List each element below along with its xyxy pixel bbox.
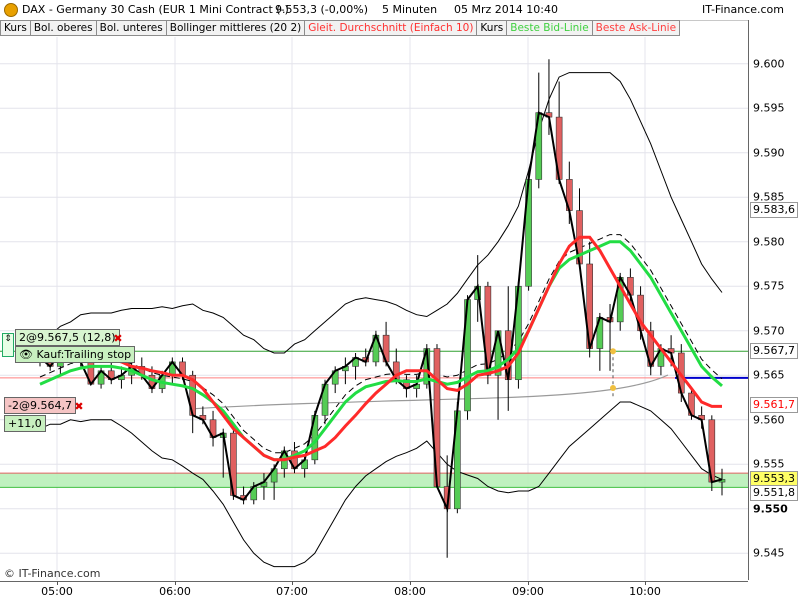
profit-loss-label: +11,0 [4,415,46,432]
price-tick-label: 9.545 [753,546,785,560]
time-tick-label: 06:00 [159,585,191,598]
trailing-stop-text: Kauf:Trailing stop [36,348,132,361]
exit-marker [610,385,616,391]
price-badge: 9.567,7 [750,343,798,360]
chart-overlay [610,348,616,398]
copyright-label: © IT-Finance.com [4,567,101,580]
bid-zone [0,473,748,488]
time-tick-label: 05:00 [41,585,73,598]
price-tick-label: 9.590 [753,146,785,160]
price-badge: 9.551,8 [750,484,798,501]
time-tick-label: 08:00 [394,585,426,598]
close-position-icon[interactable]: ✖ [112,333,124,345]
short-order-label[interactable]: -2@9.564,7 [4,397,76,414]
price-tick-label: 9.575 [753,279,785,293]
close-order-icon[interactable]: ✖ [73,401,85,413]
time-tick-label: 09:00 [512,585,544,598]
price-tick-label: 9.580 [753,235,785,249]
price-badge: 9.561,7 [750,396,798,413]
price-chart[interactable] [0,0,748,581]
drag-handle-icon[interactable]: ⇕ [2,333,14,357]
price-tick-label: 9.555 [753,457,785,471]
price-tick-label: 9.600 [753,57,785,71]
price-tick-label: 9.565 [753,368,785,382]
price-tick-label: 9.595 [753,101,785,115]
chart-grid [0,37,748,580]
price-tick-label: 9.570 [753,324,785,338]
price-badge: 9.583,6 [750,201,798,218]
time-tick-label: 10:00 [629,585,661,598]
price-tick-label: 9.550 [753,502,788,516]
eye-icon: 👁 [19,348,33,361]
time-tick-label: 07:00 [276,585,308,598]
position-label[interactable]: 2@9.567,5 (12,8) [15,329,120,346]
trailing-stop-label[interactable]: 👁 Kauf:Trailing stop [15,346,136,363]
price-tick-label: 9.560 [753,413,785,427]
entry-marker [610,348,616,355]
